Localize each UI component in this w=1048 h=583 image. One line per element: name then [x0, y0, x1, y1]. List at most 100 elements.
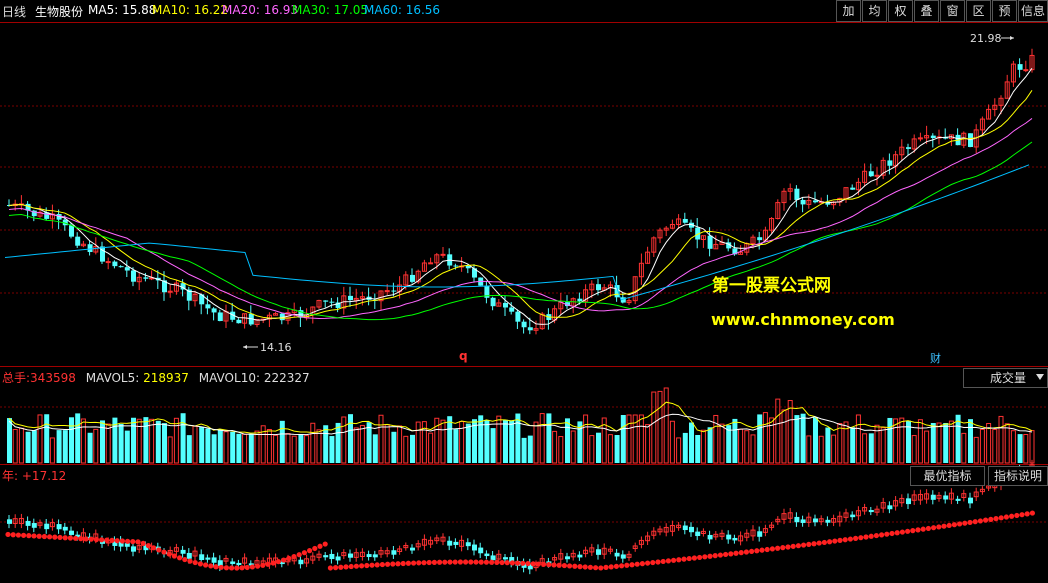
indicator-candle-down [955, 498, 961, 501]
volume-bar-up [552, 430, 558, 464]
volume-bar-up [242, 433, 248, 464]
indicator-dot [130, 538, 136, 545]
indicator-candle-down [930, 494, 936, 500]
indicator-explain-button[interactable]: 指标说明 [988, 466, 1048, 486]
indicator-candle-down [25, 520, 31, 526]
indicator-dot [213, 564, 219, 570]
volume-bar-down [813, 417, 818, 463]
indicator-dot [509, 560, 515, 566]
volume-bar-down [527, 435, 533, 463]
indicator-dot [655, 559, 661, 565]
volume-bar-down [87, 432, 93, 463]
indicator-dot [598, 565, 604, 571]
indicator-dot [421, 560, 427, 566]
indicator-dot [400, 560, 406, 567]
indicator-dot [702, 554, 708, 560]
candle-down [124, 267, 130, 271]
indicator-dot [31, 533, 37, 539]
indicator-dot [281, 557, 287, 563]
volume-bar-down [887, 417, 893, 463]
indicator-dot [827, 539, 833, 545]
volume-bar-down [546, 413, 552, 463]
indicator-dot [603, 564, 609, 570]
indicator-dot [650, 559, 656, 566]
indicator-dot [785, 544, 791, 550]
indicator-dot [925, 525, 932, 532]
indicator-candle-down [943, 495, 949, 500]
volume-bar-up [316, 429, 322, 464]
volume-bar-up [831, 434, 837, 464]
indicator-dot [177, 555, 183, 561]
indicator-dot [837, 537, 843, 544]
volume-bar-down [62, 430, 68, 463]
indicator-select-dropdown[interactable]: 成交量 [963, 368, 1048, 388]
indicator-dot [530, 561, 536, 567]
indicator-dot [338, 564, 344, 570]
volume-bar-down [757, 414, 763, 463]
indicator-dot [525, 560, 531, 567]
volume-bar-up [539, 413, 545, 464]
volume-bar-down [800, 413, 806, 463]
indicator-candle-down [707, 534, 713, 540]
candle-down [682, 218, 688, 223]
indicator-dot [442, 559, 448, 565]
indicator-dot [208, 563, 214, 569]
indicator-candle-down [7, 519, 12, 524]
indicator-candle-down [69, 530, 74, 535]
kline-chart[interactable]: 21.98 14.16 q 财 第一股票公式网 www.chnmoney.com [0, 0, 1048, 583]
candle-down [118, 266, 124, 268]
candle-down [410, 274, 415, 282]
watermark-title: 第一股票公式网 [712, 275, 831, 296]
volume-bar-down [503, 419, 508, 463]
candle-down [906, 147, 911, 149]
indicator-dot [775, 545, 781, 551]
volume-bar-up [781, 409, 787, 464]
volume-bar-up [936, 422, 942, 464]
indicator-dot [941, 523, 947, 529]
indicator-dot [395, 561, 401, 567]
indicator-dot [577, 564, 583, 570]
indicator-dot [286, 555, 292, 561]
indicator-dot [41, 533, 48, 540]
indicator-dot [187, 558, 193, 564]
volume-bar-up [973, 436, 979, 464]
indicator-dot [166, 551, 172, 557]
indicator-candle-down [447, 540, 453, 546]
volume-bar-up [911, 435, 917, 464]
volume-bar-down [707, 427, 713, 463]
volume-bar-up [428, 432, 434, 464]
indicator-dot [416, 560, 422, 566]
indicator-candle-down [503, 557, 508, 560]
volume-bar-up [18, 427, 24, 464]
indicator-dot [546, 562, 552, 568]
finance-event-marker[interactable]: 财 [930, 351, 941, 365]
indicator-dot [249, 564, 255, 570]
volume-bar-up [676, 437, 682, 464]
indicator-dot [78, 536, 84, 542]
indicator-candle-down [794, 516, 800, 523]
event-q-marker[interactable]: q [459, 349, 468, 363]
volume-bar-down [143, 417, 149, 463]
indicator-dot [821, 539, 828, 546]
indicator-dot [99, 537, 105, 543]
candle-down [794, 188, 800, 200]
indicator-dot [567, 563, 573, 569]
indicator-candle-down [391, 550, 397, 555]
best-indicator-button[interactable]: 最优指标 [910, 466, 985, 486]
volume-bar-down [620, 415, 626, 463]
indicator-dot [21, 532, 27, 538]
indicator-dot [515, 560, 521, 566]
indicator-dot [920, 526, 926, 532]
indicator-dot [197, 561, 203, 567]
volume-bar-down [565, 418, 570, 463]
indicator-dot [619, 563, 625, 569]
indicator-dot [832, 538, 838, 544]
volume-bar-up [136, 418, 142, 464]
indicator-candle-down [800, 519, 806, 523]
volume-bar-down [186, 435, 192, 463]
volume-bar-down [75, 413, 81, 463]
volume-bar-down [180, 413, 186, 463]
volume-bar-up [304, 435, 310, 464]
volume-bar-down [236, 433, 242, 463]
volume-bar-up [862, 433, 868, 464]
